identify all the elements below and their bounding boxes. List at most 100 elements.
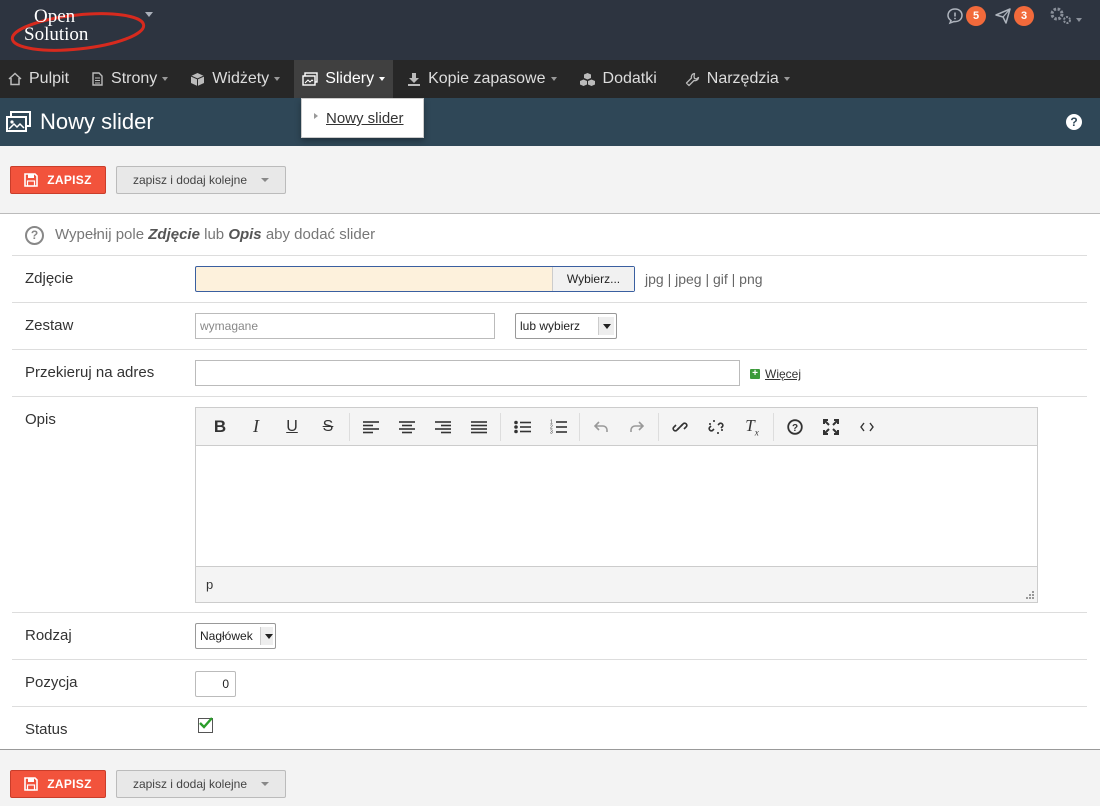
redo-icon <box>630 420 644 432</box>
chevron-down-icon <box>261 782 270 786</box>
set-input[interactable]: wymagane <box>195 313 495 339</box>
plus-icon: + <box>750 369 760 379</box>
unlink-button[interactable] <box>698 412 734 442</box>
element-path[interactable]: p <box>206 577 213 592</box>
align-left-icon <box>363 420 379 433</box>
cube-icon <box>191 72 205 86</box>
resize-handle-icon[interactable] <box>1026 591 1034 599</box>
editor-toolbar: B I U S 123 Tx ? <box>196 408 1037 446</box>
photo-file-input[interactable]: Wybierz... <box>195 266 635 292</box>
row-status: Status <box>12 707 1087 748</box>
chevron-down-icon <box>261 178 270 182</box>
align-justify-icon <box>471 420 487 433</box>
link-icon <box>672 421 688 432</box>
fullscreen-icon <box>823 418 839 435</box>
help-circle-icon: ? <box>787 418 803 435</box>
status-label: Status <box>25 721 68 738</box>
nav-label-slidery: Slidery <box>325 70 375 87</box>
settings-button[interactable] <box>1048 6 1082 26</box>
document-icon <box>92 72 103 86</box>
editor-content-area[interactable] <box>196 446 1037 566</box>
align-center-button[interactable] <box>389 412 425 442</box>
clear-format-button[interactable]: Tx <box>734 412 770 442</box>
editor-help-button[interactable]: ? <box>777 412 813 442</box>
rich-text-editor: B I U S 123 Tx ? p <box>195 407 1038 603</box>
dropdown-item-label: Nowy slider <box>326 110 404 127</box>
logo-caret-icon[interactable] <box>145 12 153 17</box>
floppy-icon <box>24 777 39 791</box>
save-button[interactable]: ZAPISZ <box>10 166 106 194</box>
nav-item-strony[interactable]: Strony <box>83 60 176 98</box>
align-left-button[interactable] <box>353 412 389 442</box>
images-icon <box>302 72 318 86</box>
redirect-input[interactable] <box>195 360 740 386</box>
chevron-down-icon <box>598 317 614 335</box>
bullet-list-button[interactable] <box>504 412 540 442</box>
info-row: ? Wypełnij pole Zdjęcie lub Opis aby dod… <box>12 215 1087 256</box>
save-and-add-label: zapisz i dodaj kolejne <box>132 777 248 791</box>
notifications-button[interactable]: 5 <box>946 6 986 26</box>
images-icon <box>6 111 31 132</box>
underline-button[interactable]: U <box>274 412 310 442</box>
nav-item-kopie[interactable]: Kopie zapasowe <box>399 60 564 98</box>
logo-text-line2: Solution <box>24 24 89 45</box>
set-select[interactable]: lub wybierz <box>515 313 617 339</box>
nav-item-pulpit[interactable]: Pulpit <box>0 60 77 98</box>
set-select-value: lub wybierz <box>520 319 581 333</box>
toolbar-divider <box>579 412 580 441</box>
underline-icon: U <box>286 417 298 435</box>
photo-label: Zdjęcie <box>25 270 74 287</box>
save-and-add-button[interactable]: zapisz i dodaj kolejne <box>116 770 286 798</box>
floppy-icon <box>24 173 39 187</box>
set-label: Zestaw <box>25 317 74 334</box>
logo[interactable]: Open Solution <box>6 2 146 56</box>
save-and-add-label: zapisz i dodaj kolejne <box>132 173 248 187</box>
top-bar: Open Solution 5 3 <box>0 0 1100 60</box>
slidery-dropdown-menu: Nowy slider <box>301 98 424 138</box>
status-checkbox[interactable] <box>198 717 213 733</box>
dropdown-item-nowy-slider[interactable]: Nowy slider <box>314 110 404 127</box>
bold-button[interactable]: B <box>202 412 238 442</box>
fullscreen-button[interactable] <box>813 412 849 442</box>
position-label: Pozycja <box>25 674 78 691</box>
question-circle-icon: ? <box>25 226 44 245</box>
chevron-down-icon <box>783 77 790 81</box>
link-button[interactable] <box>662 412 698 442</box>
position-input[interactable]: 0 <box>195 671 236 697</box>
nav-item-widzety[interactable]: Widżety <box>182 60 288 98</box>
chevron-down-icon <box>260 627 273 645</box>
nav-item-dodatki[interactable]: Dodatki <box>571 60 665 98</box>
row-position: Pozycja 0 <box>12 660 1087 707</box>
numbered-list-button[interactable]: 123 <box>540 412 576 442</box>
cubes-icon <box>579 72 595 86</box>
nav-label-narzedzia: Narzędzia <box>706 70 779 87</box>
help-icon[interactable]: ? <box>1066 114 1082 130</box>
choose-file-button[interactable]: Wybierz... <box>552 267 634 291</box>
save-button[interactable]: ZAPISZ <box>10 770 106 798</box>
download-icon <box>408 72 421 86</box>
info-text: Wypełnij pole Zdjęcie lub Opis aby dodać… <box>55 226 376 243</box>
nav-item-slidery[interactable]: Slidery <box>294 60 394 98</box>
strikethrough-button[interactable]: S <box>310 412 346 442</box>
align-justify-button[interactable] <box>461 412 497 442</box>
page-header: Nowy slider ? <box>0 98 1100 146</box>
row-type: Rodzaj Nagłówek <box>12 613 1087 660</box>
svg-text:3: 3 <box>550 430 553 435</box>
source-code-button[interactable] <box>849 412 885 442</box>
settings-caret-icon <box>1076 18 1082 22</box>
main-nav: Pulpit Strony Widżety Slidery Kopie zapa… <box>0 60 1100 98</box>
save-and-add-button[interactable]: zapisz i dodaj kolejne <box>116 166 286 194</box>
photo-formats-hint: jpg | jpeg | gif | png <box>645 271 763 287</box>
bold-icon: B <box>213 416 227 436</box>
messages-button[interactable]: 3 <box>994 6 1034 26</box>
caret-right-icon <box>314 112 318 119</box>
row-set: Zestaw wymagane lub wybierz <box>12 303 1087 350</box>
more-link[interactable]: + Więcej <box>750 367 801 381</box>
italic-button[interactable]: I <box>238 412 274 442</box>
undo-button[interactable] <box>583 412 619 442</box>
type-select[interactable]: Nagłówek <box>195 623 276 649</box>
nav-item-narzedzia[interactable]: Narzędzia <box>677 60 798 98</box>
italic-icon: I <box>253 416 259 436</box>
redo-button[interactable] <box>619 412 655 442</box>
align-right-button[interactable] <box>425 412 461 442</box>
